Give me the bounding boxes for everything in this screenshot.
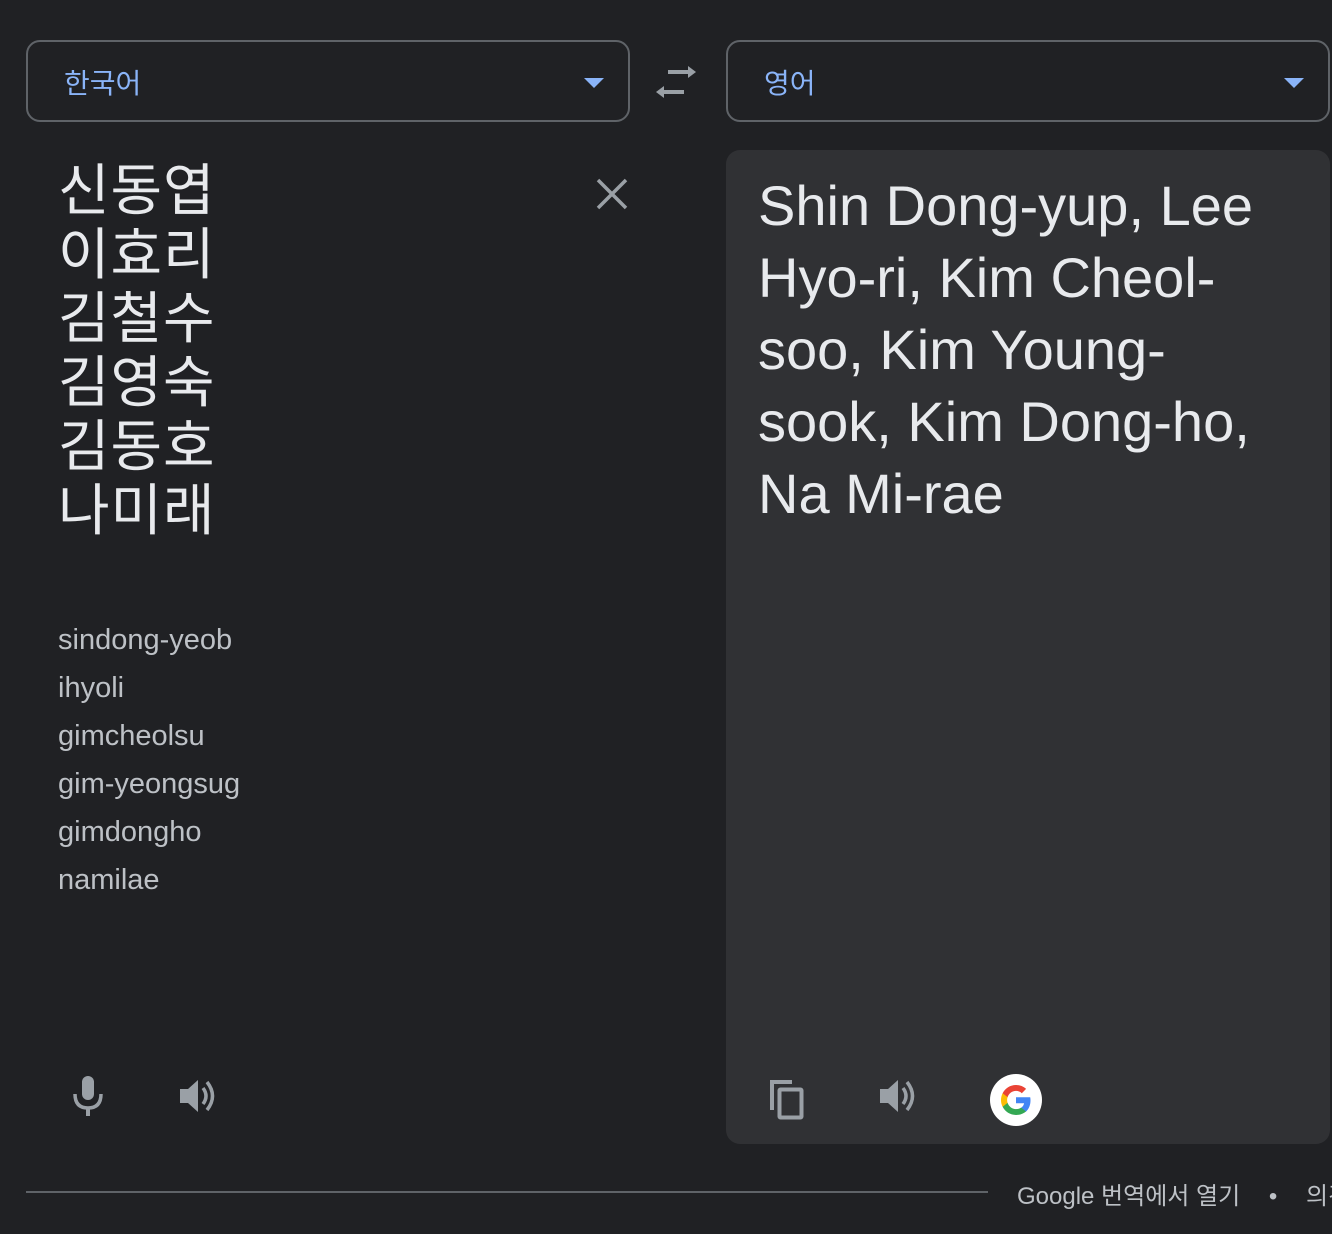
listen-translation-button[interactable] <box>870 1066 930 1126</box>
copy-translation-button[interactable] <box>756 1068 816 1128</box>
copy-icon <box>770 1080 804 1120</box>
romanization-list: sindong-yeob ihyoli gimcheolsu gim-yeong… <box>58 616 240 904</box>
google-search-button[interactable] <box>990 1074 1042 1126</box>
translate-widget: 한국어 영어 신동엽 이효리 김철수 김영숙 김동호 나미래 sindong-y… <box>0 0 1332 1234</box>
romanization-line: ihyoli <box>58 672 125 704</box>
speaker-icon <box>180 1080 215 1112</box>
microphone-icon <box>73 1076 103 1116</box>
romanization-line: namilae <box>58 864 160 896</box>
source-language-label: 한국어 <box>64 68 142 99</box>
source-text-input[interactable]: 신동엽 이효리 김철수 김영숙 김동호 나미래 <box>58 160 216 544</box>
speaker-icon <box>880 1080 915 1112</box>
target-language-label: 영어 <box>764 68 816 99</box>
romanization-line: sindong-yeob <box>58 624 233 656</box>
target-pane: Shin Dong-yup, Lee Hyo-ri, Kim Cheol-soo… <box>726 150 1330 1144</box>
swap-icon <box>656 66 696 98</box>
source-language-select[interactable]: 한국어 <box>26 40 630 122</box>
target-language-select[interactable]: 영어 <box>726 40 1330 122</box>
source-pane: 신동엽 이효리 김철수 김영숙 김동호 나미래 sindong-yeob ihy… <box>26 150 706 1144</box>
feedback-link[interactable]: 의견 <box>1306 1183 1332 1210</box>
footer-links: Google 번역에서 열기 • 의견 <box>1017 1176 1332 1211</box>
clear-text-button[interactable] <box>590 172 634 216</box>
close-icon <box>596 178 628 210</box>
chevron-down-icon <box>1284 78 1304 88</box>
romanization-line: gimdongho <box>58 816 202 848</box>
open-in-google-translate-link[interactable]: Google 번역에서 열기 <box>1017 1183 1240 1210</box>
footer-separator: • <box>1268 1183 1278 1210</box>
google-logo-icon <box>1001 1085 1031 1115</box>
footer-divider <box>26 1191 988 1193</box>
voice-input-button[interactable] <box>58 1066 118 1126</box>
romanization-line: gimcheolsu <box>58 720 205 752</box>
listen-source-button[interactable] <box>170 1066 230 1126</box>
swap-languages-button[interactable] <box>650 58 702 106</box>
translation-text: Shin Dong-yup, Lee Hyo-ri, Kim Cheol-soo… <box>758 174 1254 525</box>
romanization-line: gim-yeongsug <box>58 768 241 800</box>
chevron-down-icon <box>584 78 604 88</box>
